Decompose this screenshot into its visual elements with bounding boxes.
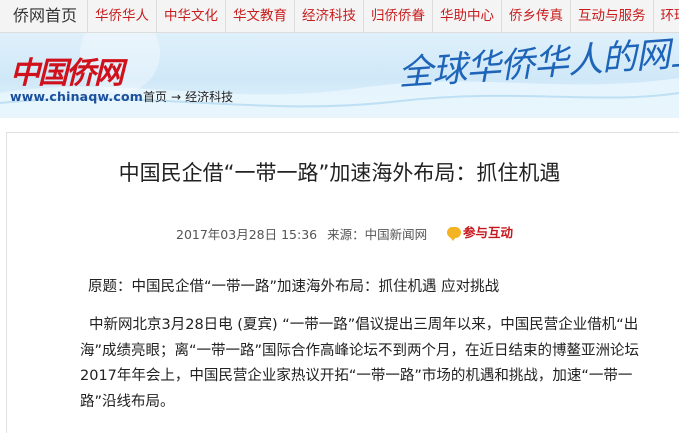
breadcrumb: 首页 → 经济科技: [143, 88, 233, 105]
home-link[interactable]: 侨网首页: [0, 0, 88, 32]
article-source: 来源：中国新闻网: [327, 227, 427, 242]
nav-link-returnees[interactable]: 归侨侨眷: [364, 0, 433, 32]
nav-link-culture[interactable]: 中华文化: [157, 0, 226, 32]
nav-link-travel[interactable]: 环球旅: [654, 0, 679, 32]
site-logo[interactable]: 中国侨网 www.chinaqw.com: [10, 57, 143, 104]
comment-bubble-icon: [447, 227, 461, 238]
breadcrumb-arrow: →: [171, 90, 181, 104]
article-title: 中国民企借“一带一路”加速海外布局：抓住机遇: [0, 157, 679, 187]
article-body-paragraph: 中新网北京3月28日电 (夏宾) “一带一路”倡议提出三周年以来，中国民营企业借…: [80, 313, 640, 415]
article-datetime: 2017年03月28日 15:36: [176, 227, 317, 242]
nav-link-help-center[interactable]: 华助中心: [433, 0, 502, 32]
logo-text: 中国侨网: [10, 57, 143, 91]
top-nav-bar: 侨网首页 华侨华人 中华文化 华文教育 经济科技 归侨侨眷 华助中心 侨乡传真 …: [0, 0, 679, 33]
article-meta: 2017年03月28日 15:36 来源：中国新闻网: [176, 224, 427, 243]
original-title-paragraph: 原题：中国民企借“一带一路”加速海外布局：抓住机遇 应对挑战: [80, 275, 640, 301]
interact-label: 参与互动: [463, 225, 513, 240]
channel-nav: 华侨华人 中华文化 华文教育 经济科技 归侨侨眷 华助中心 侨乡传真 互动与服务…: [88, 0, 679, 32]
breadcrumb-section[interactable]: 经济科技: [185, 90, 233, 104]
nav-link-overseas-chinese[interactable]: 华侨华人: [88, 0, 157, 32]
nav-link-hometown[interactable]: 侨乡传真: [502, 0, 571, 32]
nav-link-economy[interactable]: 经济科技: [295, 0, 364, 32]
interact-link[interactable]: 参与互动: [447, 222, 513, 241]
breadcrumb-home[interactable]: 首页: [143, 90, 167, 104]
logo-url: www.chinaqw.com: [10, 89, 143, 104]
nav-link-interaction[interactable]: 互动与服务: [571, 0, 654, 32]
header-banner: 中国侨网 www.chinaqw.com 首页→经济科技 全球华侨华人的网上家园: [0, 33, 679, 118]
nav-link-education[interactable]: 华文教育: [226, 0, 295, 32]
